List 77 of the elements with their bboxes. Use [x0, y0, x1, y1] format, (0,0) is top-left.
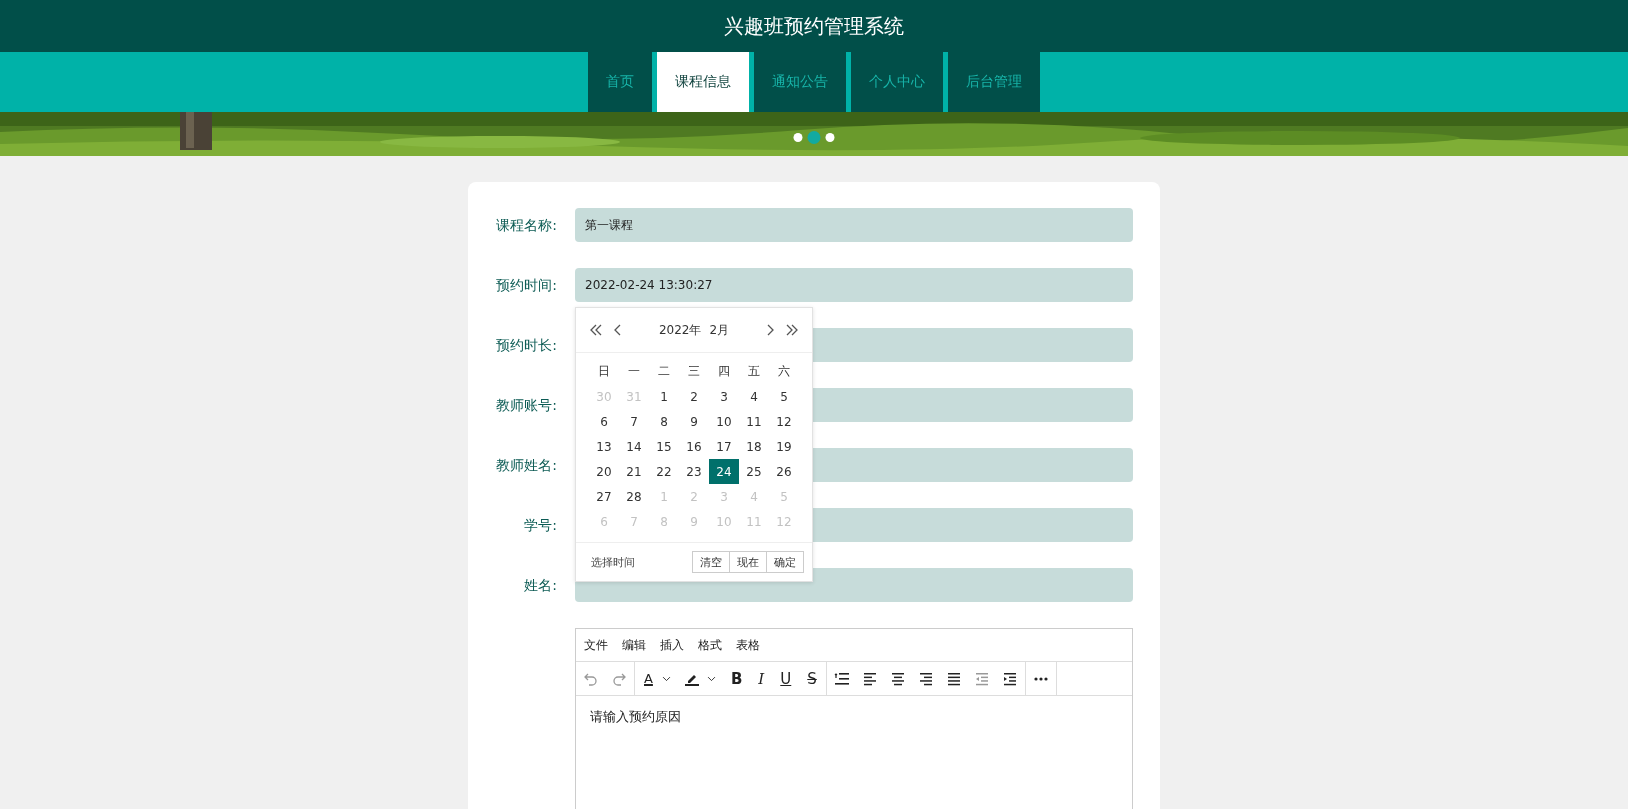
calendar-day[interactable]: 28 — [619, 484, 649, 509]
calendar-day[interactable]: 2 — [679, 384, 709, 409]
align-right-icon[interactable] — [917, 670, 934, 687]
calendar-day[interactable]: 21 — [619, 459, 649, 484]
carousel-dot[interactable] — [793, 133, 803, 142]
field-label: 课程名称: — [495, 216, 557, 235]
weekday-label: 五 — [747, 363, 761, 380]
weekday-label: 日 — [597, 363, 611, 380]
month-label[interactable]: 2月 — [709, 321, 730, 339]
field-label: 教师姓名: — [495, 456, 557, 475]
nav-tab[interactable]: 通知公告 — [754, 52, 846, 112]
editor-menu-item[interactable]: 表格 — [736, 636, 760, 654]
editor-menu-item[interactable]: 格式 — [698, 636, 722, 654]
editor-menu-item[interactable]: 插入 — [660, 636, 684, 654]
calendar-day[interactable]: 19 — [769, 434, 799, 459]
align-left-icon[interactable] — [861, 670, 878, 687]
calendar-day[interactable]: 11 — [739, 409, 769, 434]
calendar-day[interactable]: 26 — [769, 459, 799, 484]
picker-button[interactable]: 确定 — [766, 551, 804, 573]
calendar-day[interactable]: 14 — [619, 434, 649, 459]
calendar-day[interactable]: 12 — [769, 409, 799, 434]
nav-tab[interactable]: 课程信息 — [657, 52, 749, 112]
calendar-day[interactable]: 4 — [739, 384, 769, 409]
field-label: 预约时长: — [495, 336, 557, 355]
calendar-day[interactable]: 10 — [709, 409, 739, 434]
select-time-link[interactable]: 选择时间 — [591, 554, 635, 570]
calendar-day[interactable]: 20 — [589, 459, 619, 484]
calendar-day[interactable]: 25 — [739, 459, 769, 484]
calendar-day[interactable]: 13 — [589, 434, 619, 459]
site-title: 兴趣班预约管理系统 — [724, 12, 904, 40]
year-label[interactable]: 2022年 — [658, 321, 702, 339]
calendar-day[interactable]: 22 — [649, 459, 679, 484]
weekday-label: 一 — [627, 363, 641, 380]
calendar-day[interactable]: 24 — [709, 459, 739, 484]
double-chevron-right-icon[interactable] — [784, 322, 800, 338]
nav-tab[interactable]: 个人中心 — [851, 52, 943, 112]
calendar-day[interactable]: 16 — [679, 434, 709, 459]
input-field[interactable]: 第一课程 — [575, 208, 1133, 242]
calendar-day[interactable]: 17 — [709, 434, 739, 459]
calendar-day[interactable]: 7 — [619, 409, 649, 434]
calendar-day[interactable]: 3 — [709, 384, 739, 409]
calendar-day[interactable]: 27 — [589, 484, 619, 509]
weekday-label: 六 — [777, 363, 791, 380]
format-button[interactable]: B — [728, 669, 745, 688]
format-button[interactable]: I — [756, 669, 767, 688]
weekday-label: 二 — [657, 363, 671, 380]
weekday-label: 四 — [717, 363, 731, 380]
calendar-day[interactable]: 15 — [649, 434, 679, 459]
format-button[interactable]: S — [805, 669, 819, 688]
justify-icon[interactable] — [945, 670, 962, 687]
calendar-day[interactable]: 9 — [679, 409, 709, 434]
calendar-day[interactable]: 23 — [679, 459, 709, 484]
calendar-day[interactable]: 18 — [739, 434, 769, 459]
editor-menu-item[interactable]: 编辑 — [622, 636, 646, 654]
nav-tab[interactable]: 后台管理 — [948, 52, 1040, 112]
line-height-icon[interactable] — [833, 670, 850, 687]
align-center-icon[interactable] — [889, 670, 906, 687]
input-field[interactable]: 2022-02-24 13:30:27 — [575, 268, 1133, 302]
text-color-button[interactable]: A — [642, 669, 655, 688]
calendar-day[interactable]: 5 — [769, 384, 799, 409]
picker-button[interactable]: 现在 — [729, 551, 767, 573]
nav-tab[interactable]: 首页 — [588, 52, 652, 112]
editor-text: 请输入预约原因 — [590, 708, 682, 726]
weekday-label: 三 — [687, 363, 701, 380]
carousel-dot[interactable] — [825, 133, 835, 142]
field-label: 姓名: — [523, 576, 557, 595]
double-chevron-left-icon[interactable] — [588, 322, 604, 338]
calendar-day[interactable]: 6 — [589, 409, 619, 434]
editor-menu-item[interactable]: 文件 — [584, 636, 608, 654]
calendar-day[interactable]: 8 — [649, 409, 679, 434]
format-button[interactable]: U — [778, 669, 794, 688]
field-label: 预约时间: — [495, 276, 557, 295]
field-label: 教师账号: — [495, 396, 557, 415]
calendar-day[interactable]: 1 — [649, 384, 679, 409]
indent-icon[interactable] — [1001, 670, 1018, 687]
field-label: 学号: — [523, 516, 557, 535]
picker-button[interactable]: 清空 — [692, 551, 730, 573]
